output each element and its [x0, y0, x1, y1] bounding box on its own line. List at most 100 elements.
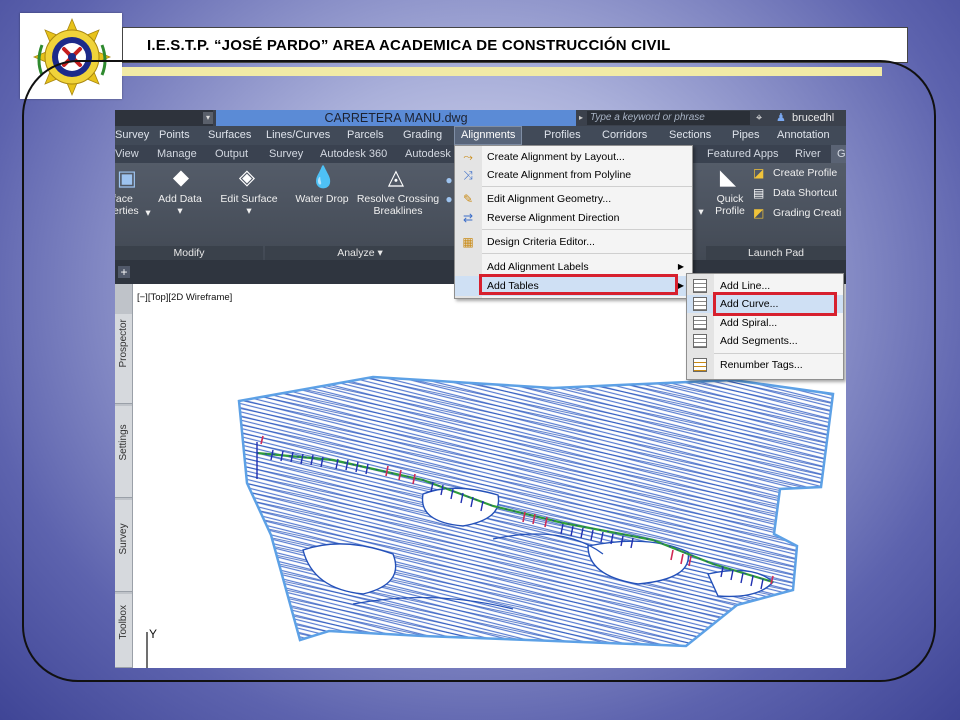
tab-g[interactable]: G [831, 145, 846, 163]
create-profile-button[interactable]: Create Profile [773, 166, 837, 180]
water-drop-icon: 💧 [310, 166, 337, 189]
dropdown-arrow-icon: ▾ [177, 205, 183, 217]
surface-properties-label-1: face [115, 193, 133, 205]
axis-y-label: Y [149, 627, 157, 641]
menu-item-add-spiral[interactable]: Add Spiral... [687, 314, 843, 332]
design-criteria-icon: ▦ [462, 235, 474, 249]
tab-autodesk-360[interactable]: Autodesk 360 [314, 145, 393, 163]
menu-separator [482, 229, 692, 230]
create-layout-icon: ⤳ [463, 150, 473, 164]
add-data-icon: ◆ [172, 166, 190, 189]
grading-creation-button[interactable]: Grading Creati [773, 206, 841, 220]
polyline-icon: ⤨ [463, 168, 473, 182]
tab-autodesk[interactable]: Autodesk [399, 145, 457, 163]
quick-profile-label-1: Quick [716, 193, 744, 205]
menu-item-create-alignment-from-polyline[interactable]: ⤨ Create Alignment from Polyline [455, 165, 692, 185]
app-title-bar: ▾ CARRETERA MANU.dwg ▸ Type a keyword or… [115, 110, 846, 126]
tab-featured-apps[interactable]: Featured Apps [701, 145, 785, 163]
analyze-panel-title[interactable]: Analyze ▾ [265, 246, 455, 260]
menu-item-label: Add Segments... [720, 335, 798, 347]
tab-annotation[interactable]: Annotation [771, 126, 836, 145]
tab-output[interactable]: Output [209, 145, 254, 163]
side-tab-prospector[interactable]: Prospector [115, 314, 132, 404]
tab-alignments[interactable]: Alignments [454, 126, 523, 145]
tab-lines-curves[interactable]: Lines/Curves [260, 126, 336, 145]
tab-view[interactable]: View [115, 145, 145, 163]
data-shortcut-icon: ▤ [753, 186, 765, 200]
search-input[interactable]: Type a keyword or phrase [587, 111, 750, 125]
edit-geometry-icon: ✎ [462, 192, 474, 206]
data-shortcut-button[interactable]: Data Shortcut [773, 186, 837, 200]
water-drop-label: Water Drop [295, 193, 349, 205]
add-tab-icon[interactable]: + [118, 266, 130, 278]
edit-surface-button[interactable]: Edit Surface ▾ [216, 193, 282, 217]
table-icon [693, 279, 707, 293]
side-tab-survey-label: Survey [118, 522, 129, 554]
tab-corridors[interactable]: Corridors [596, 126, 653, 145]
side-tab-settings[interactable]: Settings [115, 406, 132, 498]
menu-item-label: Add Spiral... [720, 317, 778, 329]
menu-item-label: Design Criteria Editor... [487, 236, 595, 248]
add-data-button[interactable]: Add Data ▾ [153, 193, 207, 217]
highlight-box-add-tables [479, 274, 678, 295]
quick-access-toolbar[interactable] [115, 110, 213, 126]
slide-title: I.E.S.T.P. “JOSÉ PARDO” AREA ACADEMICA D… [147, 37, 671, 54]
resolve-crossing-label-1: Resolve Crossing [356, 193, 440, 205]
tab-grading[interactable]: Grading [397, 126, 448, 145]
surface-properties-icon: ▣ [117, 167, 137, 190]
tab-survey[interactable]: Survey [115, 126, 155, 145]
chevron-right-icon[interactable]: ▸ [576, 110, 586, 126]
tab-parcels[interactable]: Parcels [341, 126, 390, 145]
resolve-crossing-breaklines-button[interactable]: Resolve Crossing Breaklines [353, 193, 443, 217]
table-icon [693, 316, 707, 330]
tab-pipes[interactable]: Pipes [726, 126, 766, 145]
menu-item-label: Create Alignment by Layout... [487, 151, 625, 163]
user-name[interactable]: brucedhl [792, 110, 834, 126]
menu-item-label: Reverse Alignment Direction [487, 212, 620, 224]
dropdown-arrow-icon[interactable]: ▾ [203, 112, 213, 124]
tab-manage[interactable]: Manage [151, 145, 203, 163]
menu-item-label: Renumber Tags... [720, 359, 803, 371]
binoculars-icon[interactable]: ⌖ [756, 112, 772, 124]
renumber-tags-icon [693, 358, 707, 372]
tab-surfaces[interactable]: Surfaces [202, 126, 257, 145]
tab-points[interactable]: Points [153, 126, 196, 145]
menu-separator [482, 253, 692, 254]
menu-separator [482, 186, 692, 187]
add-data-label: Add Data [158, 193, 202, 205]
menu-item-design-criteria-editor[interactable]: ▦ Design Criteria Editor... [455, 232, 692, 252]
dropdown-arrow-icon: ▾ [246, 205, 252, 217]
ucs-axis-icon: Y [146, 627, 157, 668]
chevron-right-icon: ▶ [677, 281, 684, 290]
file-title: CARRETERA MANU.dwg [324, 111, 468, 125]
reverse-direction-icon: ⇄ [462, 211, 474, 225]
chevron-right-icon: ▶ [677, 262, 684, 271]
resolve-crossing-icon: ◬ [387, 166, 405, 189]
tab-river[interactable]: River [789, 145, 827, 163]
slide-title-bar: I.E.S.T.P. “JOSÉ PARDO” AREA ACADEMICA D… [122, 27, 908, 63]
tab-profiles[interactable]: Profiles [538, 126, 587, 145]
civil3d-screenshot: ▾ CARRETERA MANU.dwg ▸ Type a keyword or… [115, 110, 846, 668]
menu-item-create-alignment-by-layout[interactable]: ⤳ Create Alignment by Layout... [455, 147, 692, 167]
menu-item-edit-alignment-geometry[interactable]: ✎ Edit Alignment Geometry... [455, 189, 692, 209]
water-drop-button[interactable]: Water Drop [291, 193, 353, 205]
side-tab-survey[interactable]: Survey [115, 500, 132, 592]
tab-sections[interactable]: Sections [663, 126, 717, 145]
menu-item-add-segments[interactable]: Add Segments... [687, 332, 843, 350]
side-tab-toolbox[interactable]: Toolbox [115, 594, 132, 668]
dropdown-arrow-icon[interactable]: ▾ [696, 206, 706, 218]
user-icon[interactable]: ♟ [776, 111, 788, 125]
highlight-box-add-curve [713, 292, 837, 316]
modify-panel-title: Modify [115, 246, 263, 260]
grading-creation-icon: ◩ [753, 206, 765, 220]
tab-survey-2[interactable]: Survey [263, 145, 309, 163]
table-icon [693, 334, 707, 348]
create-profile-icon: ◪ [753, 166, 765, 180]
dropdown-arrow-icon[interactable]: ▾ [144, 207, 152, 219]
menu-item-reverse-alignment-direction[interactable]: ⇄ Reverse Alignment Direction [455, 208, 692, 228]
quick-profile-button[interactable]: Quick Profile [709, 193, 751, 217]
file-title-box: CARRETERA MANU.dwg [216, 110, 576, 126]
side-tab-settings-label: Settings [118, 423, 129, 460]
menu-item-renumber-tags[interactable]: Renumber Tags... [687, 356, 843, 374]
menu-item-label: Create Alignment from Polyline [487, 169, 632, 181]
